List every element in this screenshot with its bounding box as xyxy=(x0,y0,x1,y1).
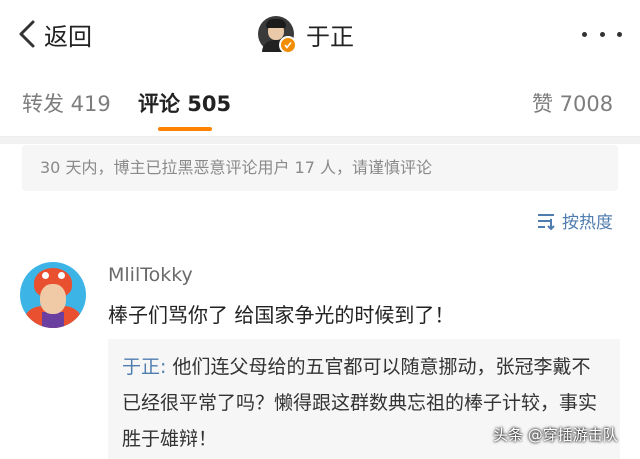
watermark: 头条 @穿插游击队 xyxy=(493,426,618,444)
top-nav-bar: 返回 于正 xyxy=(0,0,640,68)
sort-by-hot-button[interactable]: 按热度 xyxy=(536,208,613,233)
sort-label: 按热度 xyxy=(562,213,613,233)
divider xyxy=(0,137,640,144)
tab-reposts[interactable]: 转发 419 xyxy=(22,88,111,118)
tab-comments[interactable]: 评论 505 xyxy=(138,88,231,118)
more-dots-icon[interactable] xyxy=(582,24,622,44)
comment-text: 棒子们骂你了 给国家争光的时候到了！ xyxy=(108,303,455,327)
avatar[interactable] xyxy=(258,16,297,54)
tab-likes[interactable]: 赞 7008 xyxy=(532,88,613,118)
active-tab-indicator xyxy=(158,127,212,131)
commenter-username[interactable]: MlilTokky xyxy=(108,264,193,286)
profile-title[interactable]: 于正 xyxy=(258,14,354,54)
chevron-left-icon xyxy=(19,20,35,48)
back-label: 返回 xyxy=(44,22,92,51)
sort-icon xyxy=(538,213,555,230)
back-button[interactable]: 返回 xyxy=(16,14,92,54)
tab-bar: 转发 419 评论 505 赞 7008 xyxy=(0,68,640,137)
page-title: 于正 xyxy=(306,22,354,51)
blacklist-notice: 30 天内，博主已拉黑恶意评论用户 17 人，请谨慎评论 xyxy=(22,145,618,191)
verified-badge-icon xyxy=(279,36,297,54)
commenter-avatar[interactable] xyxy=(20,262,86,328)
reply-author[interactable]: 于正: xyxy=(122,356,166,378)
